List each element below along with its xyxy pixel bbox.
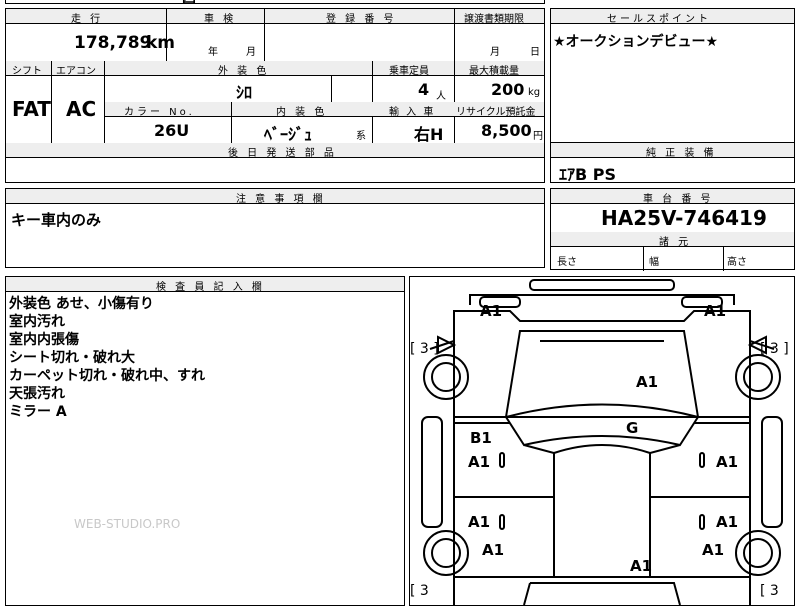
chassis-value: HA25V-746419 — [601, 206, 767, 230]
ac-label: エアコン — [56, 66, 96, 77]
mileage-value: 178,789 — [74, 33, 152, 53]
mark-tire-rear-right: [ 3 — [760, 583, 779, 599]
mark-door-front-right: A1 — [716, 453, 739, 471]
interior-suffix: 系 — [356, 131, 366, 142]
caution-label: 注 意 事 項 欄 — [236, 194, 326, 205]
shift-value: FAT — [12, 97, 51, 121]
inspector-note-7: ミラー A — [9, 404, 67, 420]
mark-rear-left: A1 — [482, 541, 505, 559]
mark-hood: A1 — [636, 373, 659, 391]
capacity-label: 乗車定員 — [389, 66, 429, 77]
interior-color-value: ﾍﾞｰｼﾞｭ — [264, 125, 313, 144]
recycle-value: 8,500 — [481, 121, 532, 140]
later-parts-label: 後 日 発 送 部 品 — [228, 148, 337, 159]
mark-tire-front-right: [ 3 ] — [760, 341, 789, 357]
watermark: WEB-STUDIO.PRO — [74, 517, 181, 531]
caution-text: キー車内のみ — [11, 211, 102, 229]
max-load-value: 200 — [491, 80, 525, 99]
mark-rear-right: A1 — [702, 541, 725, 559]
ac-value: AC — [66, 97, 97, 121]
capacity-unit: 人 — [436, 91, 446, 102]
mark-door-front-left: A1 — [468, 453, 491, 471]
dimensions-label: 諸 元 — [659, 237, 692, 248]
recycle-unit: 円 — [533, 131, 543, 142]
import-label: 輸 入 車 — [389, 107, 436, 118]
top-cut-text: 四 — [182, 0, 196, 8]
sales-point-box: セールスポイント ★オークションデビュー★ — [550, 8, 795, 143]
mark-front-right: A1 — [704, 302, 727, 320]
registration-label: 登 録 番 号 — [326, 14, 397, 25]
recycle-label: リサイクル預託金 — [456, 107, 536, 118]
capacity-value: 4 — [418, 80, 430, 99]
car-outline — [421, 279, 783, 605]
inspector-note-3: 室内内張傷 — [9, 332, 79, 348]
car-diagram: A1 A1 [ 3 ] [ 3 ] A1 G B1 A1 A1 A1 A1 A1… — [409, 276, 795, 606]
mark-front-left: A1 — [480, 302, 503, 320]
caution-box: 注 意 事 項 欄 キー車内のみ — [5, 188, 545, 268]
inspection-year: 年 — [208, 47, 218, 58]
mark-door-front-left-top: B1 — [470, 429, 492, 447]
width-label: 幅 — [649, 257, 659, 268]
interior-color-label: 内 装 色 — [276, 107, 328, 118]
inspection-month: 月 — [246, 47, 256, 58]
inspector-label: 検 査 員 記 入 欄 — [156, 282, 265, 293]
mark-door-rear-left: A1 — [468, 513, 491, 531]
chassis-label: 車 台 番 号 — [643, 194, 714, 205]
inspector-box: 検 査 員 記 入 欄 外装色 あせ、小傷有り 室内汚れ 室内内張傷 シート切れ… — [5, 276, 405, 606]
inspector-note-5: カーペット切れ・破れ中、すれ — [9, 368, 205, 384]
exterior-color-value: ｼﾛ — [236, 83, 253, 102]
inspector-note-1: 外装色 あせ、小傷有り — [9, 296, 154, 312]
max-load-unit: kg — [528, 87, 541, 98]
inspector-note-4: シート切れ・破れ大 — [9, 350, 135, 366]
transfer-docs-label: 譲渡書類期限 — [464, 14, 524, 25]
transfer-day: 日 — [530, 47, 540, 58]
mileage-unit: km — [146, 33, 176, 53]
color-no-label: カラー No. — [124, 107, 195, 118]
mark-tire-rear-left: [ 3 — [410, 583, 429, 599]
spec-table: 走 行 車 検 登 録 番 号 譲渡書類期限 178,789 km 年 月 月 … — [5, 8, 545, 183]
genuine-equipment-value: ｴｱB PS — [559, 165, 617, 184]
height-label: 高さ — [727, 257, 747, 268]
length-label: 長さ — [557, 257, 577, 268]
color-no-value: 26U — [154, 121, 190, 140]
exterior-color-label: 外 装 色 — [218, 66, 270, 77]
sales-point-text: ★オークションデビュー★ — [553, 34, 719, 50]
sales-point-label: セールスポイント — [607, 14, 711, 25]
genuine-equipment-label: 純 正 装 備 — [646, 148, 717, 159]
inspector-note-6: 天張汚れ — [9, 386, 65, 402]
shift-label: シフト — [12, 66, 42, 77]
inspector-note-2: 室内汚れ — [9, 314, 65, 330]
inspection-label: 車 検 — [204, 14, 237, 25]
genuine-equipment-box: 純 正 装 備 ｴｱB PS — [550, 142, 795, 184]
mark-rear: A1 — [630, 557, 653, 575]
max-load-label: 最大積載量 — [469, 66, 519, 77]
top-strip — [5, 0, 545, 4]
mark-tire-front-left: [ 3 ] — [410, 341, 439, 357]
import-value: 右H — [414, 125, 444, 144]
transfer-month: 月 — [490, 47, 500, 58]
chassis-box: 車 台 番 号 HA25V-746419 諸 元 長さ 幅 高さ — [550, 188, 795, 271]
mileage-label: 走 行 — [71, 14, 104, 25]
mark-door-rear-right: A1 — [716, 513, 739, 531]
mark-windshield: G — [626, 419, 639, 437]
